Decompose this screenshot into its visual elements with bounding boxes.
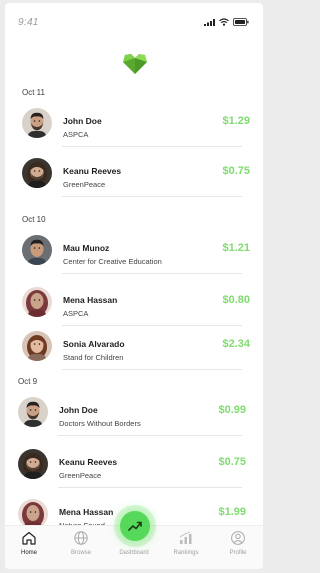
row-divider (62, 273, 242, 274)
dashboard-fab-button[interactable] (120, 511, 150, 541)
avatar (18, 397, 48, 427)
tab-label: Dashboard (119, 550, 149, 556)
donor-name: Sonia Alvarado (63, 339, 125, 349)
avatar (18, 449, 48, 479)
charity-name: ASPCA (63, 309, 89, 318)
donation-amount: $0.75 (218, 456, 246, 468)
charity-name: GreenPeace (59, 471, 102, 480)
row-divider (58, 435, 242, 436)
donation-row[interactable]: Keanu Reeves GreenPeace $0.75 (5, 158, 263, 208)
avatar (22, 108, 52, 138)
row-divider (62, 146, 242, 147)
globe-icon (74, 531, 88, 545)
heart-logo-icon (123, 54, 147, 74)
battery-icon (233, 18, 249, 26)
donation-amount: $0.99 (218, 404, 246, 416)
donation-amount: $1.29 (222, 115, 250, 127)
donation-row[interactable]: Sonia Alvarado Stand for Children $2.34 (5, 331, 263, 381)
signal-icon (204, 18, 215, 26)
date-header: Oct 11 (22, 88, 45, 97)
donor-name: Mena Hassan (59, 507, 114, 517)
charity-name: GreenPeace (63, 180, 106, 189)
tab-label: Rankings (173, 550, 199, 556)
avatar (22, 235, 52, 265)
donation-amount: $2.34 (222, 338, 250, 350)
tab-label: Profile (229, 550, 247, 556)
charity-name: Doctors Without Borders (59, 419, 141, 428)
home-icon (22, 531, 36, 545)
row-divider (62, 325, 242, 326)
donor-name: Keanu Reeves (63, 166, 122, 176)
donation-amount: $0.75 (222, 165, 250, 177)
donation-row[interactable]: Keanu Reeves GreenPeace $0.75 (5, 449, 263, 499)
donor-name: Mena Hassan (63, 295, 118, 305)
donor-name: John Doe (63, 116, 102, 126)
donation-row[interactable]: John Doe Doctors Without Borders $0.99 (5, 397, 263, 447)
status-time: 9:41 (18, 17, 39, 28)
row-divider (62, 369, 242, 370)
user-icon (231, 531, 245, 545)
donor-name: John Doe (59, 405, 98, 415)
tab-label: Home (20, 550, 37, 556)
row-divider (62, 196, 242, 197)
trend-up-icon (128, 521, 142, 531)
phone-screen: 9:41 Oct 11 John Doe ASPCA $1.29 Keanu R… (5, 3, 263, 569)
avatar (22, 287, 52, 317)
wifi-icon (219, 18, 229, 26)
charity-name: ASPCA (63, 130, 89, 139)
date-header: Oct 10 (22, 215, 46, 224)
charity-name: Stand for Children (63, 353, 124, 362)
avatar (22, 331, 52, 361)
donation-amount: $1.99 (218, 506, 246, 518)
donation-row[interactable]: Mena Hassan ASPCA $0.80 (5, 287, 263, 337)
avatar (22, 158, 52, 188)
donation-row[interactable]: Mau Munoz Center for Creative Education $1… (5, 235, 263, 285)
tab-browse[interactable]: Browse (61, 530, 101, 556)
date-header: Oct 9 (18, 377, 38, 386)
donor-name: Keanu Reeves (59, 457, 118, 467)
tab-profile[interactable]: Profile (218, 530, 258, 556)
donation-row[interactable]: John Doe ASPCA $1.29 (5, 108, 263, 158)
donor-name: Mau Munoz (63, 243, 110, 253)
tab-label: Browse (70, 550, 91, 556)
charity-name: Center for Creative Education (63, 257, 162, 266)
donation-amount: $0.80 (222, 294, 250, 306)
chart-icon (179, 531, 192, 544)
donation-amount: $1.21 (222, 242, 250, 254)
status-icons (204, 18, 249, 26)
tab-rankings[interactable]: Rankings (166, 530, 206, 556)
tab-home[interactable]: Home (9, 530, 49, 556)
row-divider (58, 487, 242, 488)
status-bar: 9:41 (5, 3, 263, 39)
